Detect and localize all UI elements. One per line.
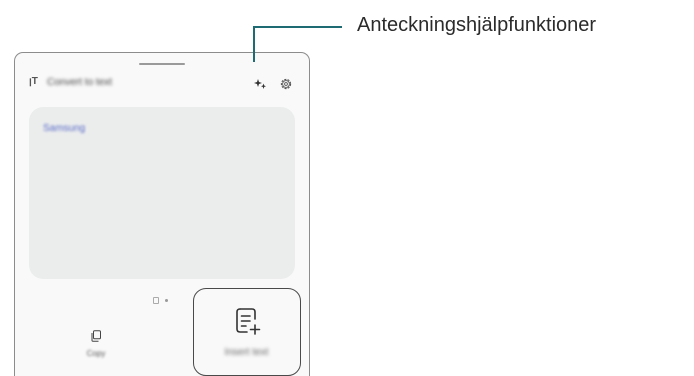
insert-text-button[interactable]: Insert text — [193, 288, 301, 376]
screenshot-stage: ꞁT Convert to text Samsung Copy Insert t… — [0, 0, 694, 376]
page-indicator-dot — [165, 299, 168, 302]
toolbar-title: Convert to text — [47, 77, 113, 88]
page-indicator-current — [153, 297, 159, 304]
insert-text-label: Insert text — [224, 347, 269, 358]
callout-label: Anteckningshjälpfunktioner — [357, 14, 597, 36]
insert-document-icon — [236, 308, 261, 335]
panel-toolbar: ꞁT Convert to text — [25, 75, 301, 93]
note-assist-sparkle-icon[interactable] — [253, 77, 267, 91]
converted-text: Samsung — [43, 123, 86, 134]
copy-label: Copy — [86, 349, 106, 358]
gear-icon[interactable] — [279, 77, 293, 91]
copy-icon — [91, 330, 101, 342]
drag-handle[interactable] — [139, 63, 185, 65]
converted-text-area[interactable]: Samsung — [29, 107, 295, 279]
copy-button[interactable]: Copy — [73, 330, 119, 366]
page-indicator — [153, 297, 177, 305]
text-convert-icon[interactable]: ꞁT — [29, 76, 38, 87]
